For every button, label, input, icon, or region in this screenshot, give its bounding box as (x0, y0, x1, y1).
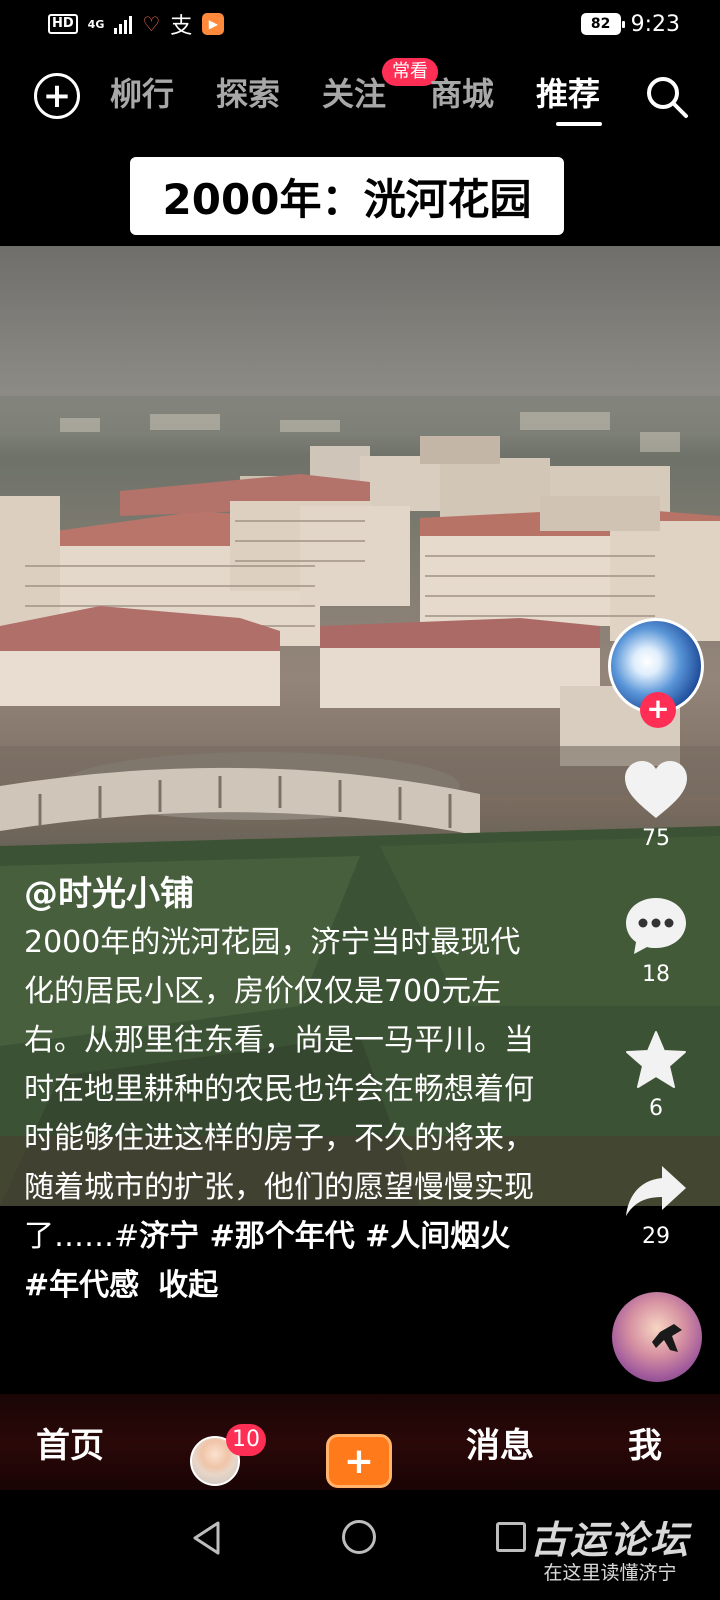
favorite-action[interactable]: 6 (616, 1030, 696, 1121)
health-app-icon: ♡ (142, 12, 161, 36)
watermark-subtitle: 在这里读懂济宁 (543, 1562, 677, 1584)
top-nav: + 柳行 探索 关注 常看 商城 推荐 (0, 58, 720, 130)
friends-badge: 10 (226, 1424, 266, 1456)
video-title-banner: 2000年：洸河花园 (130, 157, 564, 235)
share-action[interactable]: 29 (616, 1164, 696, 1249)
status-right: 82 9:23 (580, 11, 680, 37)
collapse-button[interactable]: 收起 (158, 1268, 218, 1303)
signal-icon (114, 14, 133, 34)
alipay-icon: 支 (170, 14, 193, 39)
star-icon (626, 1031, 686, 1088)
author-avatar[interactable]: + (608, 618, 704, 728)
tab-liuxing[interactable]: 柳行 (110, 74, 174, 114)
active-tab-indicator (556, 122, 602, 126)
comment-icon (626, 898, 686, 954)
back-icon[interactable] (190, 1520, 224, 1556)
nav-home[interactable]: 首页 (36, 1418, 104, 1467)
status-left: HD 4G ♡ 支 ▶ (48, 8, 225, 40)
create-button[interactable]: + (326, 1434, 392, 1488)
author-name[interactable]: @时光小铺 (24, 866, 194, 915)
battery-icon: 82 (580, 13, 625, 35)
home-icon[interactable] (342, 1520, 376, 1554)
hd-indicator: HD (48, 14, 78, 34)
tab-explore[interactable]: 探索 (216, 74, 280, 114)
share-count: 29 (642, 1224, 670, 1249)
forum-watermark: 古运论坛 在这里读懂济宁 (510, 1520, 710, 1592)
tab-following[interactable]: 关注 (322, 74, 386, 114)
favorite-count: 6 (649, 1096, 663, 1121)
nav-messages[interactable]: 消息 (466, 1418, 534, 1467)
follow-button[interactable]: + (640, 692, 676, 728)
app-screen: HD 4G ♡ 支 ▶ 82 9:23 + 柳行 探索 关注 常看 商城 推荐 … (0, 0, 720, 1600)
nav-me[interactable]: 我 (628, 1418, 662, 1467)
share-arrow-icon (626, 1166, 686, 1216)
like-action[interactable]: 75 (616, 760, 696, 851)
music-cover-image (652, 1324, 682, 1352)
like-count: 75 (642, 826, 670, 851)
watermark-title: 古运论坛 (529, 1518, 690, 1562)
network-type: 4G (87, 17, 105, 31)
heart-icon (625, 761, 687, 818)
bottom-nav: 首页 10 + 消息 我 (0, 1394, 720, 1490)
add-icon[interactable]: + (34, 73, 80, 119)
comment-action[interactable]: 18 (616, 896, 696, 987)
tab-recommended[interactable]: 推荐 (536, 74, 600, 114)
status-bar: HD 4G ♡ 支 ▶ 82 9:23 (0, 0, 720, 48)
video-app-icon: ▶ (202, 13, 225, 35)
comment-count: 18 (642, 962, 670, 987)
music-disc-icon[interactable] (612, 1292, 702, 1382)
search-icon[interactable] (644, 74, 690, 120)
caption-text: 2000年的洸河花园，济宁当时最现代化的居民小区，房价仅仅是700元左右。从那里… (24, 925, 534, 1254)
clock: 9:23 (630, 11, 680, 37)
post-caption: 2000年的洸河花园，济宁当时最现代化的居民小区，房价仅仅是700元左右。从那里… (24, 918, 544, 1310)
tab-mall[interactable]: 商城 (430, 74, 494, 114)
